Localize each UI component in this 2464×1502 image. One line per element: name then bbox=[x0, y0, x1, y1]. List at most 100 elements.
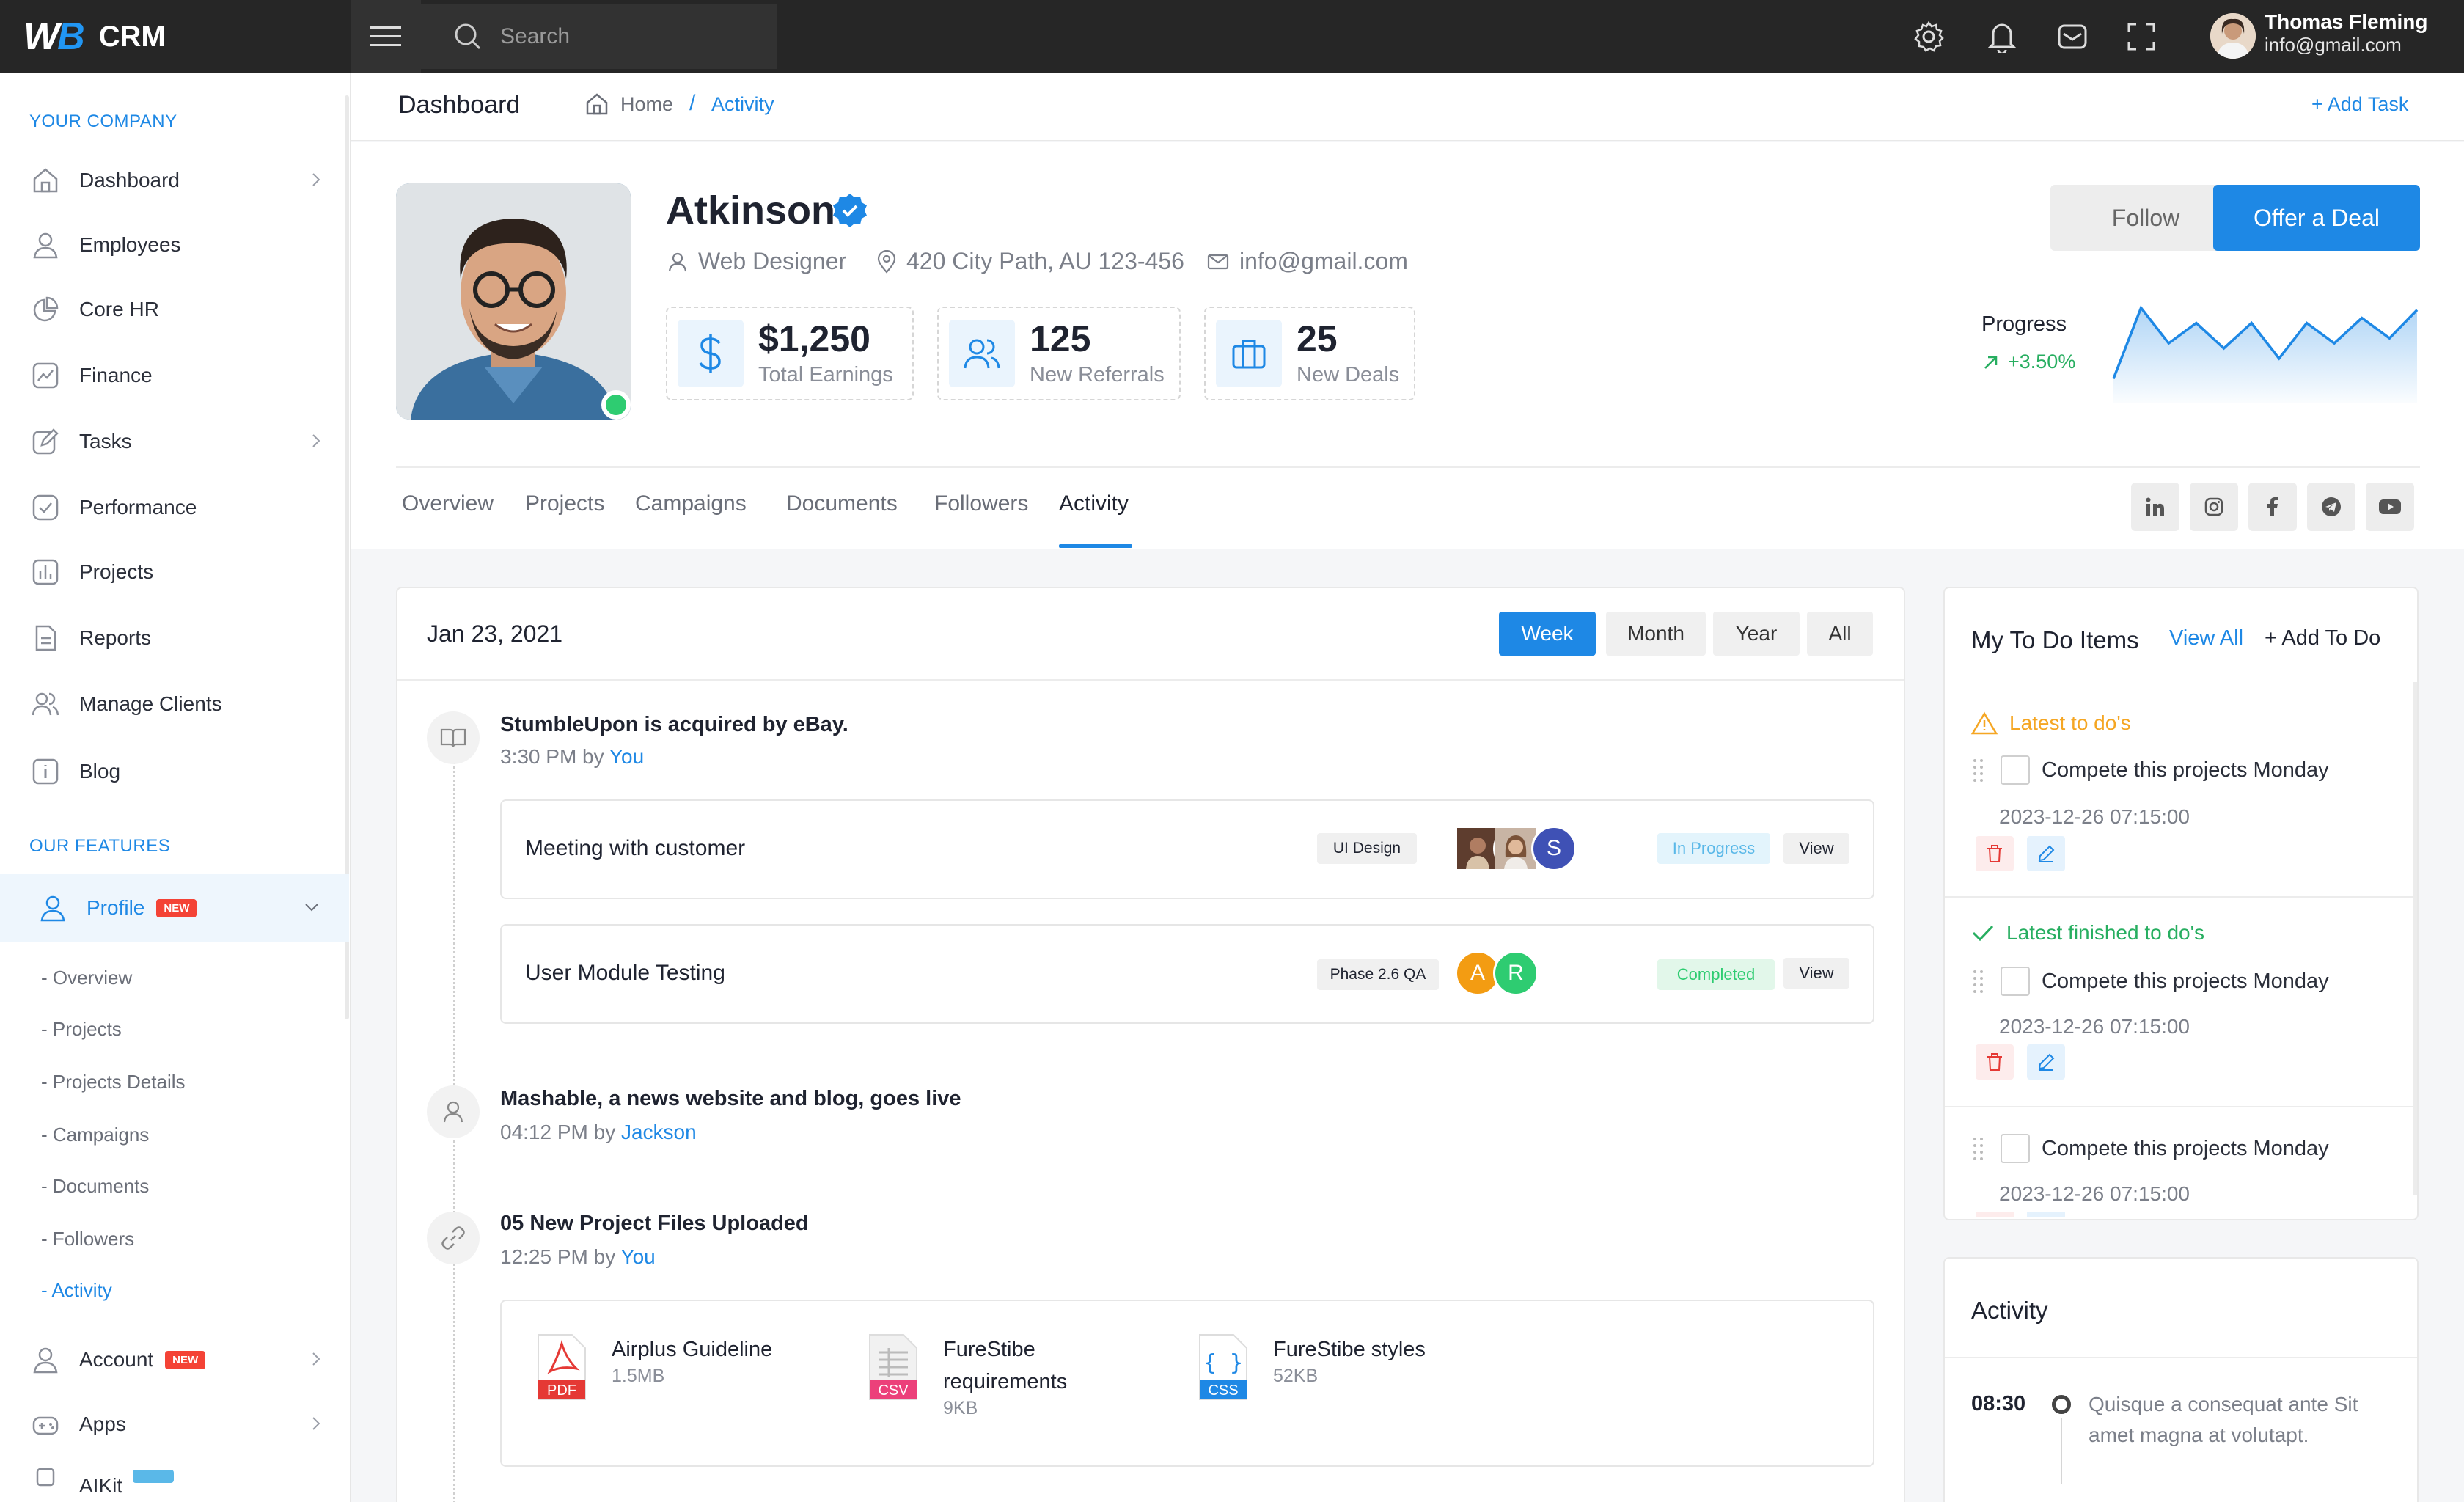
avatar: S bbox=[1531, 826, 1577, 871]
todo-text: Compete this projects Monday bbox=[2042, 758, 2329, 782]
sidebar-sub-campaigns[interactable]: - Campaigns bbox=[41, 1124, 149, 1146]
filter-year-button[interactable]: Year bbox=[1713, 612, 1800, 656]
sidebar-sub-activity[interactable]: - Activity bbox=[41, 1279, 112, 1302]
todo-checkbox[interactable] bbox=[2001, 755, 2030, 785]
fullscreen-button[interactable] bbox=[2122, 18, 2160, 56]
stat-value: 25 bbox=[1297, 318, 1338, 359]
sidebar-item-label: Apps bbox=[79, 1413, 126, 1435]
breadcrumb-home[interactable]: Home bbox=[620, 93, 673, 116]
edit-button[interactable] bbox=[2027, 836, 2065, 871]
sidebar-sub-followers[interactable]: - Followers bbox=[41, 1228, 134, 1250]
drag-handle-icon[interactable] bbox=[1971, 969, 1986, 994]
sidebar-sub-documents[interactable]: - Documents bbox=[41, 1175, 149, 1198]
drag-handle-icon[interactable] bbox=[1971, 758, 1986, 783]
sidebar-item-blog[interactable]: Blog bbox=[29, 742, 330, 801]
messages-button[interactable] bbox=[2053, 18, 2091, 56]
todo-item[interactable]: Compete this projects Monday bbox=[1971, 967, 2329, 996]
delete-button[interactable] bbox=[1976, 1044, 2014, 1080]
sidebar-sub-projects[interactable]: - Projects bbox=[41, 1018, 122, 1041]
edit-button[interactable] bbox=[2027, 1044, 2065, 1080]
todo-scrollbar[interactable] bbox=[2413, 682, 2417, 1195]
file-item[interactable]: { } CSS FureStibe styles 52KB bbox=[1197, 1333, 1426, 1401]
mail-icon bbox=[1207, 254, 1229, 269]
profile-email[interactable]: info@gmail.com bbox=[1207, 248, 1408, 275]
sidebar-item-finance[interactable]: Finance bbox=[29, 346, 330, 405]
users-icon bbox=[949, 320, 1015, 387]
sidebar-item-aikit[interactable]: AIKit bbox=[29, 1461, 330, 1502]
timeline-author-link[interactable]: Jackson bbox=[621, 1121, 697, 1143]
filter-month-button[interactable]: Month bbox=[1606, 612, 1706, 656]
file-icon bbox=[29, 622, 62, 654]
offer-deal-button[interactable]: Offer a Deal bbox=[2213, 185, 2420, 251]
brand-name: CRM bbox=[98, 20, 166, 53]
task-tag: Phase 2.6 QA bbox=[1317, 959, 1439, 990]
file-size: 9KB bbox=[943, 1398, 978, 1418]
tab-overview[interactable]: Overview bbox=[402, 491, 494, 516]
breadcrumb-current: Activity bbox=[711, 93, 774, 115]
user-icon bbox=[37, 892, 69, 924]
user-avatar[interactable] bbox=[2210, 13, 2256, 59]
follow-button[interactable]: Follow bbox=[2050, 185, 2241, 251]
stat-value: 125 bbox=[1030, 318, 1091, 359]
tab-documents[interactable]: Documents bbox=[786, 491, 898, 516]
linkedin-button[interactable] bbox=[2131, 483, 2179, 531]
page-title: Dashboard bbox=[398, 91, 521, 119]
sidebar-item-employees[interactable]: Employees bbox=[29, 216, 330, 274]
filter-week-button[interactable]: Week bbox=[1499, 612, 1596, 656]
notifications-button[interactable] bbox=[1983, 18, 2021, 56]
tab-followers[interactable]: Followers bbox=[934, 491, 1028, 516]
home-icon bbox=[29, 164, 62, 197]
timeline-author-link[interactable]: You bbox=[620, 1245, 655, 1268]
svg-text:PDF: PDF bbox=[547, 1382, 576, 1399]
home-icon[interactable] bbox=[585, 92, 609, 116]
sidebar-item-tasks[interactable]: Tasks bbox=[29, 412, 330, 471]
tab-activity[interactable]: Activity bbox=[1059, 491, 1129, 516]
map-pin-icon bbox=[877, 249, 896, 274]
view-button[interactable]: View bbox=[1783, 958, 1849, 989]
status-badge: Completed bbox=[1657, 959, 1775, 990]
brand[interactable]: WB CRM bbox=[0, 0, 351, 73]
edit-button[interactable] bbox=[2027, 1212, 2065, 1217]
filter-all-button[interactable]: All bbox=[1807, 612, 1873, 656]
svg-text:{ }: { } bbox=[1203, 1350, 1243, 1376]
facebook-button[interactable] bbox=[2248, 483, 2297, 531]
delete-button[interactable] bbox=[1976, 836, 2014, 871]
sidebar-item-core-hr[interactable]: Core HR bbox=[29, 280, 330, 339]
sidebar-sub-overview[interactable]: - Overview bbox=[41, 967, 132, 989]
add-task-link[interactable]: + Add Task bbox=[2311, 93, 2408, 116]
file-name: Airplus Guideline bbox=[612, 1338, 773, 1361]
view-button[interactable]: View bbox=[1783, 833, 1849, 864]
search-box[interactable] bbox=[421, 4, 777, 69]
sidebar-item-reports[interactable]: Reports bbox=[29, 609, 330, 667]
todo-item[interactable]: Compete this projects Monday bbox=[1971, 755, 2329, 785]
sidebar-item-performance[interactable]: Performance bbox=[29, 478, 330, 537]
sidebar-item-label: Reports bbox=[79, 626, 152, 649]
file-item[interactable]: PDF Airplus Guideline 1.5MB bbox=[535, 1333, 772, 1401]
telegram-button[interactable] bbox=[2307, 483, 2355, 531]
drag-handle-icon[interactable] bbox=[1971, 1136, 1986, 1161]
todo-checkbox[interactable] bbox=[2001, 967, 2030, 996]
tab-projects[interactable]: Projects bbox=[525, 491, 604, 516]
todo-item[interactable]: Compete this projects Monday bbox=[1971, 1134, 2329, 1163]
user-name: Thomas Fleming bbox=[2265, 10, 2428, 33]
todo-checkbox[interactable] bbox=[2001, 1134, 2030, 1163]
todo-view-all-link[interactable]: View All bbox=[2169, 626, 2243, 651]
sidebar-item-profile[interactable]: Profile NEW bbox=[0, 874, 349, 942]
new-badge: NEW bbox=[165, 1350, 206, 1369]
sidebar-item-account[interactable]: Account NEW bbox=[29, 1330, 330, 1389]
add-todo-link[interactable]: + Add To Do bbox=[2265, 626, 2380, 651]
sidebar-item-apps[interactable]: Apps bbox=[29, 1395, 330, 1454]
sidebar-sub-projects-details[interactable]: - Projects Details bbox=[41, 1071, 186, 1093]
menu-toggle-button[interactable] bbox=[351, 0, 421, 73]
sidebar-item-dashboard[interactable]: Dashboard bbox=[29, 151, 330, 210]
instagram-button[interactable] bbox=[2190, 483, 2238, 531]
timeline-author-link[interactable]: You bbox=[609, 745, 644, 768]
sidebar-item-manage-clients[interactable]: Manage Clients bbox=[29, 675, 330, 733]
search-input[interactable] bbox=[500, 24, 764, 49]
sidebar-item-projects[interactable]: Projects bbox=[29, 543, 330, 601]
settings-button[interactable] bbox=[1910, 18, 1948, 56]
file-item[interactable]: CSV FureStibe requirements 9KB bbox=[867, 1333, 1067, 1419]
tab-campaigns[interactable]: Campaigns bbox=[635, 491, 747, 516]
delete-button[interactable] bbox=[1976, 1212, 2014, 1217]
youtube-button[interactable] bbox=[2366, 483, 2414, 531]
